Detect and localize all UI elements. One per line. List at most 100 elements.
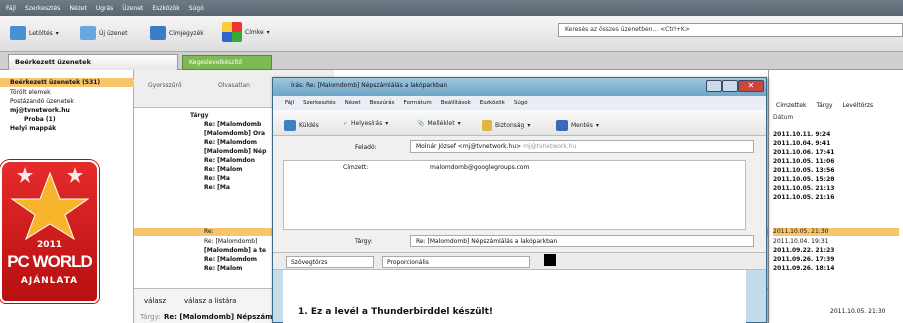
folder-proba[interactable]: Proba (1)	[0, 115, 134, 124]
badge-subtitle: AJÁNLATA	[20, 276, 79, 286]
badge-brand: PC WORLD	[7, 252, 93, 271]
date-column-header[interactable]: Dátum	[773, 114, 793, 121]
close-button[interactable]: ✕	[738, 80, 764, 92]
from-label: Feladó:	[355, 144, 377, 151]
search-input[interactable]: Keresés az összes üzenetben... <Ctrl+K>	[558, 23, 903, 37]
compose-menu-help[interactable]: Súgó	[514, 100, 528, 106]
menu-help[interactable]: Súgó	[189, 5, 204, 12]
compose-menu-tools[interactable]: Eszközök	[480, 100, 505, 106]
tab-recipients[interactable]: Címzettek	[776, 102, 806, 109]
font-select[interactable]: Proporcionális	[382, 256, 530, 268]
send-icon	[284, 120, 296, 131]
tab-inbox[interactable]: Beérkezett üzenetek	[8, 54, 178, 70]
date-cell: 2011.09.26. 18:14	[773, 265, 835, 272]
get-mail-icon	[10, 26, 26, 40]
tab-compose[interactable]: Kegeslevelkészítő	[182, 55, 272, 70]
message-row[interactable]: [Malomdomb] a te	[134, 247, 284, 255]
unread-filter[interactable]: Olvasatlan	[218, 82, 250, 89]
minimize-button[interactable]	[706, 80, 722, 92]
new-message-button[interactable]: Új üzenet	[80, 26, 127, 40]
menu-bar: Fájl Szerkesztés Nézet Ugrás Üzenet Eszk…	[0, 0, 903, 16]
date-cell: 2011.09.26. 17:39	[773, 256, 835, 263]
menu-edit[interactable]: Szerkesztés	[25, 5, 61, 12]
to-input[interactable]: malomdomb@googlegroups.com	[430, 164, 529, 171]
tab-subject[interactable]: Tárgy	[816, 102, 832, 109]
quick-filter[interactable]: Gyorsszűrő	[148, 82, 182, 89]
compose-menu-edit[interactable]: Szerkesztés	[303, 100, 336, 106]
compose-menu-options[interactable]: Beállítások	[441, 100, 471, 106]
folder-local[interactable]: Helyi mappák	[0, 124, 134, 133]
spelling-icon: ✓	[343, 120, 349, 127]
menu-file[interactable]: Fájl	[6, 5, 16, 12]
reply-list-button[interactable]: válasz a listára	[184, 297, 236, 305]
subject-label: Tárgy:	[140, 313, 161, 321]
compose-menu-view[interactable]: Nézet	[345, 100, 361, 106]
subject-input[interactable]: Re: [Malomdomb] Népszámlálás a lakóparkb…	[410, 235, 754, 247]
compose-menu-bar: Fájl Szerkesztés Nézet Beszúrás Formátum…	[273, 96, 766, 110]
send-button[interactable]: Küldés	[284, 120, 319, 131]
subject-column-header[interactable]: Tárgy	[190, 112, 209, 119]
message-row[interactable]: Re: [Malomdom	[134, 256, 284, 264]
message-row[interactable]: Re: [Ma	[134, 175, 284, 183]
save-button[interactable]: Mentés ▾	[556, 120, 599, 131]
get-mail-button[interactable]: Letöltés ▾	[10, 26, 59, 40]
attach-button[interactable]: 📎 Melléklet ▾	[417, 120, 461, 127]
badge-year: 2011	[36, 240, 63, 250]
preview-date: 2011.10.05. 21:30	[830, 308, 886, 315]
star-icon	[10, 167, 90, 240]
address-book-button[interactable]: Címjegyzék	[150, 26, 204, 40]
date-cell: 2011.10.05. 11:06	[773, 158, 835, 165]
message-row[interactable]: Re: [Malomdomb	[134, 121, 284, 129]
new-message-icon	[80, 26, 96, 40]
date-cell: 2011.10.04. 9:41	[773, 140, 831, 147]
paragraph-style-select[interactable]: Szövegtörzs	[286, 256, 374, 268]
date-cell: 2011.10.04. 19:31	[773, 238, 829, 245]
security-button[interactable]: Biztonság ▾	[482, 120, 530, 131]
tag-button[interactable]: Címke ▾	[222, 22, 270, 42]
from-select[interactable]: Molnár József <mj@tvnetwork.hu> mj@tvnet…	[410, 140, 754, 153]
to-label: Címzett:	[343, 164, 369, 171]
message-row[interactable]: Re: [Malomdon	[134, 157, 284, 165]
date-cell: 2011.10.11. 9:24	[773, 131, 831, 138]
message-row[interactable]: [Malomdomb] Öra	[134, 130, 284, 138]
save-icon	[556, 120, 568, 131]
folder-inbox[interactable]: Beérkezett üzenetek (531)	[0, 78, 134, 87]
date-cell: 2011.10.06. 17:41	[773, 149, 835, 156]
spelling-button[interactable]: ✓ Helyesírás ▾	[343, 120, 388, 127]
subject-value: Re: [Malomdomb] Népszám	[164, 313, 273, 321]
folder-trash[interactable]: Törölt elemek	[0, 88, 134, 97]
tab-body[interactable]: Levéltörzs	[843, 102, 874, 109]
date-cell-selected: 2011.10.05. 21:30	[773, 228, 899, 236]
maximize-button[interactable]	[722, 80, 738, 92]
subject-field-label: Tárgy:	[355, 238, 373, 245]
body-text: 1. Ez a levél a Thunderbirddel készült!	[298, 307, 493, 317]
message-row[interactable]: Re: [Malom	[134, 166, 284, 174]
message-row[interactable]: Re: [Malomdom	[134, 139, 284, 147]
menu-go[interactable]: Ugrás	[96, 5, 113, 12]
message-row[interactable]: Re: [Ma	[134, 184, 284, 192]
menu-message[interactable]: Üzenet	[122, 5, 143, 12]
date-cell: 2011.10.05. 15:28	[773, 176, 835, 183]
lock-icon	[482, 120, 492, 131]
compose-menu-format[interactable]: Formátum	[404, 100, 432, 106]
date-cell: 2011.10.05. 21:13	[773, 185, 835, 192]
folder-account[interactable]: mj@tvnetwork.hu	[0, 106, 134, 115]
compose-menu-insert[interactable]: Beszúrás	[370, 100, 395, 106]
text-color-button[interactable]	[544, 254, 556, 266]
reply-button[interactable]: válasz	[144, 297, 166, 305]
date-cell: 2011.09.22. 21:23	[773, 247, 835, 254]
message-row[interactable]: Re: [Malom	[134, 265, 284, 273]
folder-outbox[interactable]: Postázandó üzenetek	[0, 97, 134, 106]
menu-tools[interactable]: Eszközök	[152, 5, 179, 12]
menu-view[interactable]: Nézet	[69, 5, 86, 12]
message-row[interactable]: [Malomdomb] Nép	[134, 148, 284, 156]
search-tabs: Címzettek Tárgy Levéltörzs	[776, 102, 873, 109]
compose-title: Írás: Re: [Malomdomb] Népszámlálás a lak…	[273, 78, 766, 96]
date-cell: 2011.10.05. 13:56	[773, 167, 835, 174]
compose-menu-file[interactable]: Fájl	[285, 100, 294, 106]
paperclip-icon: 📎	[417, 120, 425, 127]
date-cell: 2011.10.05. 21:16	[773, 194, 835, 201]
tag-icon	[222, 22, 242, 42]
message-row[interactable]: Re: [Malomdomb]	[134, 238, 284, 246]
address-book-icon	[150, 26, 166, 40]
